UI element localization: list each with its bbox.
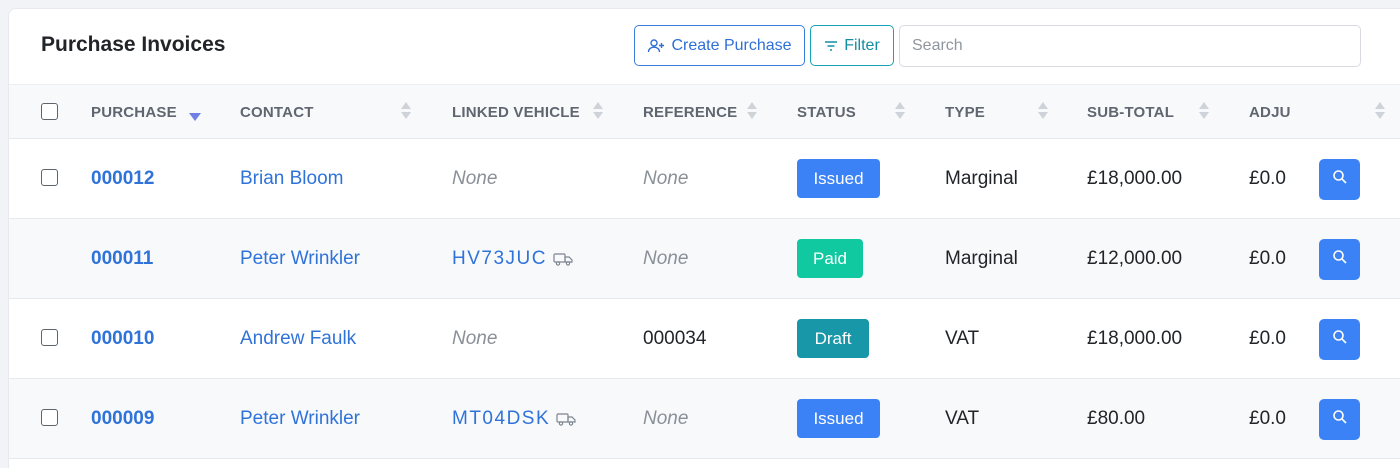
- column-header-type[interactable]: TYPE: [945, 85, 985, 140]
- column-header-linked-vehicle[interactable]: LINKED VEHICLE: [452, 85, 580, 140]
- vehicle-registration-link[interactable]: MT04DSK: [452, 408, 550, 430]
- contact-link[interactable]: Peter Wrinkler: [240, 219, 360, 299]
- purchase-number-link[interactable]: 000009: [91, 379, 154, 459]
- column-header-subtotal[interactable]: SUB-TOTAL: [1087, 85, 1174, 140]
- table-row: 000011 Peter Wrinkler HV73JUC None Paid …: [9, 219, 1400, 299]
- contact-link[interactable]: Brian Bloom: [240, 139, 344, 219]
- purchase-number-link[interactable]: 000011: [91, 219, 153, 299]
- filter-label: Filter: [844, 36, 880, 54]
- search-icon: [1332, 169, 1348, 190]
- status-badge: Draft: [797, 319, 869, 358]
- subtotal-value: £18,000.00: [1087, 168, 1183, 189]
- subtotal-value: £80.00: [1087, 408, 1146, 429]
- adjustment-value: £0.0: [1249, 408, 1286, 429]
- add-user-icon: [647, 38, 665, 54]
- column-header-reference[interactable]: REFERENCE: [643, 85, 737, 140]
- view-invoice-button[interactable]: [1319, 319, 1360, 360]
- sort-desc-icon[interactable]: [189, 113, 201, 121]
- filter-button[interactable]: Filter: [810, 25, 894, 66]
- subtotal-value: £18,000.00: [1087, 328, 1183, 349]
- vehicle-registration-link[interactable]: HV73JUC: [452, 248, 547, 270]
- create-purchase-button[interactable]: Create Purchase: [634, 25, 805, 66]
- table-row: 000012 Brian Bloom None None Issued Marg…: [9, 139, 1400, 219]
- van-icon: [556, 412, 576, 426]
- column-header-status[interactable]: STATUS: [797, 85, 856, 140]
- sort-icon[interactable]: [1199, 100, 1209, 124]
- sort-icon[interactable]: [593, 100, 603, 124]
- reference-value: 000034: [643, 328, 707, 349]
- status-badge: Paid: [797, 239, 863, 278]
- view-invoice-button[interactable]: [1319, 399, 1360, 440]
- type-value: VAT: [945, 408, 980, 429]
- search-icon: [1332, 409, 1348, 430]
- search-icon: [1332, 249, 1348, 270]
- column-header-contact[interactable]: CONTACT: [240, 85, 314, 140]
- sort-icon[interactable]: [747, 100, 757, 124]
- view-invoice-button[interactable]: [1319, 239, 1360, 280]
- purchase-number-link[interactable]: 000012: [91, 139, 154, 219]
- status-badge: Issued: [797, 399, 880, 438]
- search-icon: [1332, 329, 1348, 350]
- linked-vehicle-none: None: [452, 168, 498, 189]
- table-header: PURCHASE CONTACT LINKED VEHICLE REFERENC…: [9, 84, 1400, 139]
- van-icon: [553, 252, 573, 266]
- purchase-number-link[interactable]: 000010: [91, 299, 154, 379]
- select-all-checkbox[interactable]: [41, 103, 58, 120]
- reference-none: None: [643, 408, 689, 429]
- column-header-adjustment[interactable]: ADJU: [1249, 85, 1291, 140]
- card-header: Purchase Invoices Create Purchase Filter: [9, 9, 1400, 84]
- adjustment-value: £0.0: [1249, 328, 1286, 349]
- contact-link[interactable]: Peter Wrinkler: [240, 379, 360, 459]
- purchase-invoices-card: Purchase Invoices Create Purchase Filter: [8, 8, 1400, 468]
- sort-icon[interactable]: [1375, 100, 1385, 124]
- sort-icon[interactable]: [401, 100, 411, 124]
- status-badge: Issued: [797, 159, 880, 198]
- reference-none: None: [643, 168, 689, 189]
- type-value: Marginal: [945, 168, 1018, 189]
- row-checkbox[interactable]: [41, 169, 58, 186]
- subtotal-value: £12,000.00: [1087, 248, 1183, 269]
- reference-none: None: [643, 248, 689, 269]
- type-value: VAT: [945, 328, 980, 349]
- sort-icon[interactable]: [1038, 100, 1048, 124]
- table-row: 000010 Andrew Faulk None 000034 Draft VA…: [9, 299, 1400, 379]
- filter-icon: [824, 40, 838, 52]
- linked-vehicle-none: None: [452, 328, 498, 349]
- column-header-purchase[interactable]: PURCHASE: [91, 85, 177, 140]
- row-checkbox[interactable]: [41, 329, 58, 346]
- view-invoice-button[interactable]: [1319, 159, 1360, 200]
- contact-link[interactable]: Andrew Faulk: [240, 299, 356, 379]
- search-input[interactable]: [899, 25, 1361, 67]
- row-checkbox[interactable]: [41, 409, 58, 426]
- linked-vehicle[interactable]: MT04DSK: [452, 379, 576, 459]
- adjustment-value: £0.0: [1249, 248, 1286, 269]
- type-value: Marginal: [945, 248, 1018, 269]
- create-purchase-label: Create Purchase: [671, 36, 792, 54]
- table-row: 000009 Peter Wrinkler MT04DSK None Issue…: [9, 379, 1400, 459]
- sort-icon[interactable]: [895, 100, 905, 124]
- adjustment-value: £0.0: [1249, 168, 1286, 189]
- linked-vehicle[interactable]: HV73JUC: [452, 219, 573, 299]
- page-title: Purchase Invoices: [41, 33, 226, 56]
